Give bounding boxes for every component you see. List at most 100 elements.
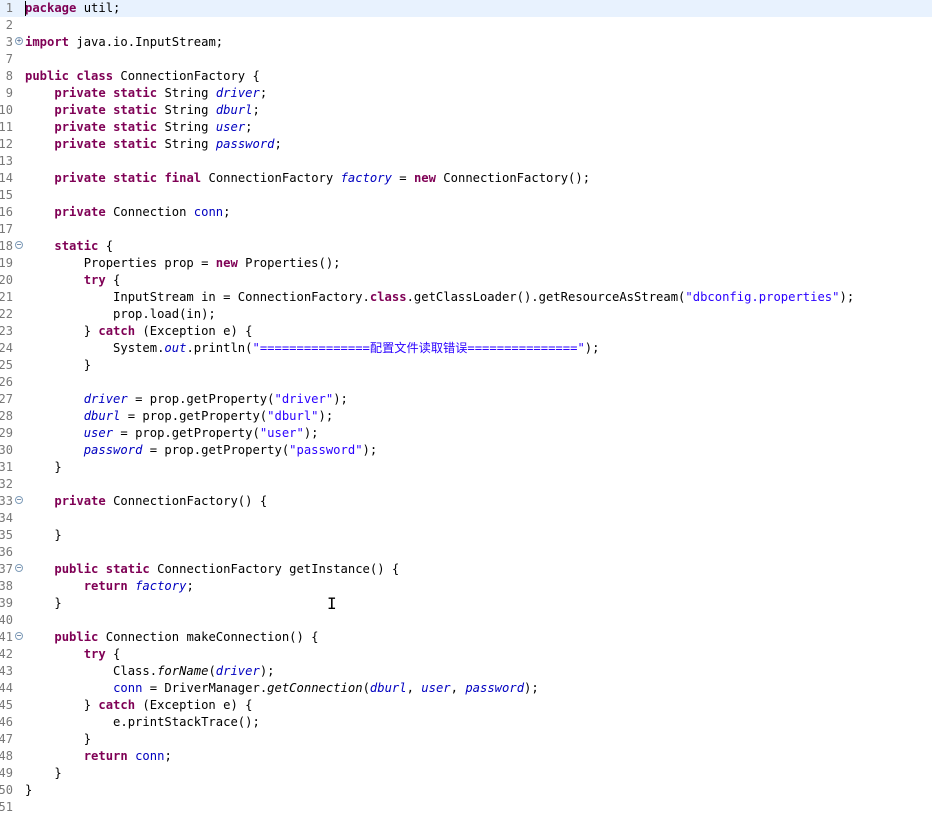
code-token: "password" — [289, 443, 363, 457]
code-token: import — [25, 35, 70, 49]
line-gutter: 38 — [0, 578, 24, 595]
code-line[interactable]: 12 private static String password; — [0, 136, 932, 153]
fold-collapse-icon[interactable]: − — [15, 241, 23, 249]
code-token: ; — [274, 137, 282, 151]
line-number: 34 — [0, 511, 13, 525]
code-line[interactable]: 31 } — [0, 459, 932, 476]
code-token: = DriverManager. — [142, 681, 268, 695]
line-number: 41 — [0, 630, 13, 644]
code-line[interactable]: 30 password = prop.getProperty("password… — [0, 442, 932, 459]
fold-expand-icon[interactable]: + — [15, 37, 23, 45]
code-line[interactable]: 19 Properties prop = new Properties(); — [0, 255, 932, 272]
code-editor[interactable]: 1 package util; 2 3 + import java.io.InputStr… — [0, 0, 932, 820]
code-line[interactable]: 24 System.out.println("===============配置… — [0, 340, 932, 357]
code-text: package util; — [25, 0, 120, 17]
code-line[interactable]: 47 } — [0, 731, 932, 748]
code-line[interactable]: 26 — [0, 374, 932, 391]
code-line[interactable]: 38 return factory; — [0, 578, 932, 595]
code-text: user = prop.getProperty("user"); — [25, 425, 319, 442]
code-line[interactable]: 14 private static final ConnectionFactor… — [0, 170, 932, 187]
code-token: (Exception e) { — [135, 698, 253, 712]
code-line[interactable]: 29 user = prop.getProperty("user"); — [0, 425, 932, 442]
code-token: } — [25, 783, 33, 797]
code-text: } — [25, 765, 61, 782]
code-line[interactable]: 51 — [0, 799, 932, 816]
code-text: public static ConnectionFactory getInsta… — [25, 561, 399, 578]
line-number: 27 — [0, 392, 13, 406]
line-gutter: 21 — [0, 289, 24, 306]
code-token: } — [25, 698, 99, 712]
code-line[interactable]: 42 try { — [0, 646, 932, 663]
code-line[interactable]: 11 private static String user; — [0, 119, 932, 136]
code-line[interactable]: 32 — [0, 476, 932, 493]
code-text: try { — [25, 646, 121, 663]
code-token: java.io.InputStream; — [69, 35, 224, 49]
code-token: { — [105, 273, 121, 287]
code-token: catch — [98, 698, 136, 712]
line-number: 8 — [5, 69, 13, 83]
line-number: 23 — [0, 324, 13, 338]
code-line[interactable]: 33− private ConnectionFactory() { — [0, 493, 932, 510]
code-line[interactable]: 18− static { — [0, 238, 932, 255]
code-line[interactable]: 44 conn = DriverManager.getConnection(db… — [0, 680, 932, 697]
line-gutter: 7 — [0, 51, 24, 68]
line-gutter: 15 — [0, 187, 24, 204]
line-number: 49 — [0, 766, 13, 780]
code-line[interactable]: 25 } — [0, 357, 932, 374]
code-line[interactable]: 37− public static ConnectionFactory getI… — [0, 561, 932, 578]
line-number: 10 — [0, 103, 13, 117]
code-token: private — [54, 205, 106, 219]
line-gutter: 45 — [0, 697, 24, 714]
code-line[interactable]: 2 — [0, 17, 932, 34]
code-line[interactable]: 3 + import java.io.InputStream; — [0, 34, 932, 51]
code-line[interactable]: 9 private static String driver; — [0, 85, 932, 102]
code-token: public — [54, 562, 99, 576]
code-line[interactable]: 8 public class ConnectionFactory { — [0, 68, 932, 85]
code-line[interactable]: 45 } catch (Exception e) { — [0, 697, 932, 714]
code-line[interactable]: 21 InputStream in = ConnectionFactory.cl… — [0, 289, 932, 306]
code-line[interactable]: 20 try { — [0, 272, 932, 289]
code-line[interactable]: 1 package util; — [0, 0, 932, 17]
code-line[interactable]: 27 driver = prop.getProperty("driver"); — [0, 391, 932, 408]
code-line[interactable]: 46 e.printStackTrace(); — [0, 714, 932, 731]
code-line[interactable]: 40 — [0, 612, 932, 629]
text-caret — [25, 1, 26, 16]
fold-collapse-icon[interactable]: − — [15, 496, 23, 504]
code-line[interactable]: 28 dburl = prop.getProperty("dburl"); — [0, 408, 932, 425]
code-line[interactable]: 43 Class.forName(driver); — [0, 663, 932, 680]
code-line[interactable]: 16 private Connection conn; — [0, 204, 932, 221]
line-gutter: 1 — [0, 0, 24, 17]
code-token: Properties prop = — [25, 256, 216, 270]
code-token: } — [25, 324, 99, 338]
line-number: 18 — [0, 239, 13, 253]
code-line[interactable]: 34 — [0, 510, 932, 527]
code-line[interactable]: 39 } — [0, 595, 932, 612]
code-token: e.printStackTrace(); — [25, 715, 260, 729]
code-token: "===============配置文件读取错误===============" — [252, 341, 585, 355]
code-token: { — [98, 239, 114, 253]
line-gutter: 46 — [0, 714, 24, 731]
code-line[interactable]: 48 return conn; — [0, 748, 932, 765]
code-line[interactable]: 10 private static String dburl; — [0, 102, 932, 119]
code-line[interactable]: 22 prop.load(in); — [0, 306, 932, 323]
code-line[interactable]: 50} — [0, 782, 932, 799]
code-line[interactable]: 41− public Connection makeConnection() { — [0, 629, 932, 646]
code-line[interactable]: 13 — [0, 153, 932, 170]
code-line[interactable]: 36 — [0, 544, 932, 561]
fold-collapse-icon[interactable]: − — [15, 564, 23, 572]
code-line[interactable]: 17 — [0, 221, 932, 238]
code-line[interactable]: 35 } — [0, 527, 932, 544]
code-token: try — [83, 273, 106, 287]
code-line[interactable]: 15 — [0, 187, 932, 204]
code-line[interactable]: 7 — [0, 51, 932, 68]
code-token: return — [83, 749, 128, 763]
code-line[interactable]: 23 } catch (Exception e) { — [0, 323, 932, 340]
code-token: ); — [839, 290, 855, 304]
fold-collapse-icon[interactable]: − — [15, 632, 23, 640]
code-line[interactable]: 49 } — [0, 765, 932, 782]
